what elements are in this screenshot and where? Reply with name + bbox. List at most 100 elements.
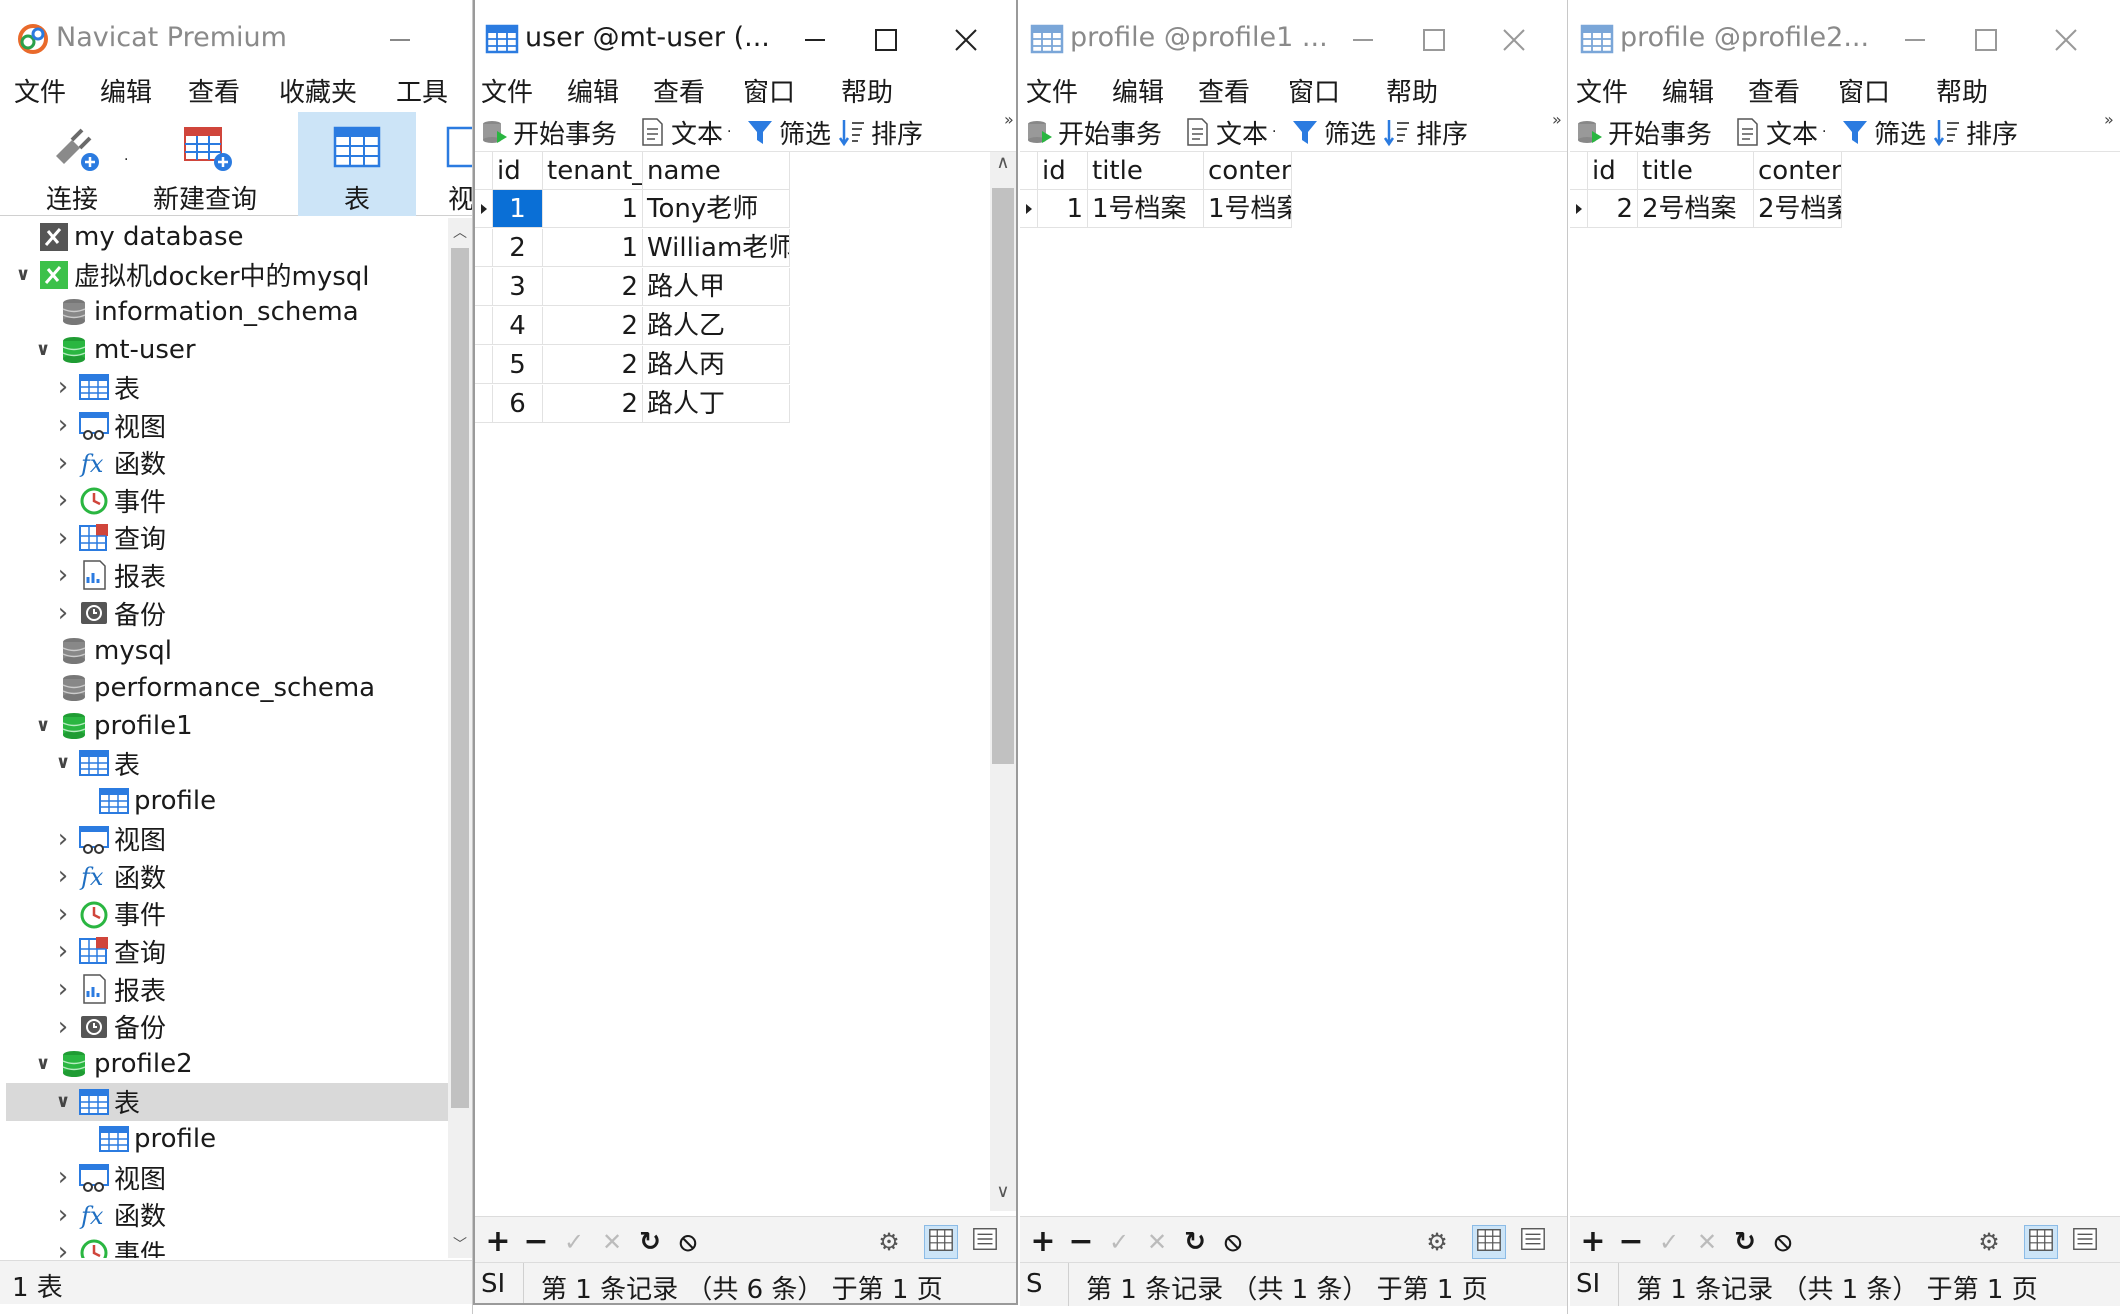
maximize-button[interactable] — [860, 16, 910, 64]
menu-file[interactable]: 文件 — [481, 72, 533, 109]
menu-view[interactable]: 查看 — [1748, 72, 1800, 109]
cell-name[interactable]: 路人甲 — [643, 268, 790, 306]
tree-item-view[interactable]: › 视图 — [6, 820, 448, 858]
minimize-button[interactable] — [1890, 16, 1940, 64]
tree-item-connection-green[interactable]: ∨ 虚拟机docker中的mysql — [6, 256, 448, 294]
chevron-right-icon[interactable]: › — [52, 374, 74, 400]
menu-file[interactable]: 文件 — [14, 72, 66, 109]
cell-tenant_id[interactable]: 2 — [543, 307, 643, 345]
chevron-right-icon[interactable]: › — [52, 450, 74, 476]
row-selector[interactable] — [475, 229, 493, 267]
menu-view[interactable]: 查看 — [188, 72, 240, 109]
toolbar-overflow-icon[interactable]: » — [1552, 110, 1562, 129]
table-row[interactable]: 5 2 路人丙 — [475, 346, 790, 384]
scroll-down-icon[interactable]: ﹀ — [448, 1234, 472, 1254]
minimize-button[interactable] — [1338, 16, 1388, 64]
cell-content[interactable]: 2号档案 — [1754, 190, 1842, 228]
delete-record-icon[interactable]: − — [1614, 1225, 1648, 1259]
apply-changes-icon[interactable]: ✓ — [1652, 1225, 1686, 1259]
cell-title[interactable]: 2号档案 — [1638, 190, 1754, 228]
tree-item-table[interactable]: › 表 — [6, 368, 448, 406]
row-selector[interactable] — [475, 307, 493, 345]
tree-item-table[interactable]: ∨ 表 — [6, 1082, 448, 1121]
tree-item-function[interactable]: › fx 函数 — [6, 857, 448, 895]
cell-id[interactable]: 3 — [493, 268, 543, 306]
menu-favorites[interactable]: 收藏夹 — [279, 72, 357, 109]
apply-changes-icon[interactable]: ✓ — [557, 1225, 591, 1259]
chevron-right-icon[interactable]: › — [52, 1164, 74, 1190]
settings-gear-icon[interactable]: ⚙ — [1420, 1225, 1454, 1259]
form-view-icon[interactable] — [1516, 1225, 1550, 1259]
tree-scrollbar[interactable]: ︿ ﹀ — [448, 218, 472, 1258]
menu-help[interactable]: 帮助 — [1386, 72, 1438, 109]
menu-tools[interactable]: 工具 — [396, 72, 448, 109]
sort-button[interactable]: 排序 — [1932, 115, 2018, 150]
text-button[interactable]: 文本 · — [1182, 115, 1276, 150]
menu-window[interactable]: 窗口 — [743, 72, 795, 109]
chevron-right-icon[interactable]: › — [52, 1014, 74, 1040]
minimize-button[interactable] — [375, 16, 425, 64]
maximize-button[interactable] — [1408, 16, 1458, 64]
tree-item-connection-gray[interactable]: my database — [6, 218, 448, 256]
menu-edit[interactable]: 编辑 — [1662, 72, 1714, 109]
cell-tenant_id[interactable]: 1 — [543, 190, 643, 228]
close-button[interactable] — [940, 16, 990, 64]
begin-transaction-button[interactable]: 开始事务 — [479, 115, 617, 150]
table-row[interactable]: 11号档案1号档案 — [1020, 190, 1292, 228]
add-record-icon[interactable]: + — [1576, 1225, 1610, 1259]
tree-item-view[interactable]: › 视图 — [6, 406, 448, 444]
cell-title[interactable]: 1号档案 — [1088, 190, 1204, 228]
cell-name[interactable]: William老师 — [643, 229, 790, 267]
discard-changes-icon[interactable]: ✕ — [595, 1225, 629, 1259]
chevron-right-icon[interactable]: › — [52, 863, 74, 889]
chevron-right-icon[interactable]: › — [52, 938, 74, 964]
row-selector[interactable] — [475, 385, 493, 423]
column-header-title[interactable]: title — [1088, 152, 1204, 190]
chevron-right-icon[interactable]: › — [52, 976, 74, 1002]
refresh-icon[interactable]: ↻ — [633, 1225, 667, 1259]
tree-item-db-green[interactable]: ∨ mt-user — [6, 331, 448, 369]
table-row[interactable]: 22号档案2号档案 — [1570, 190, 1842, 228]
column-header-content[interactable]: content — [1754, 152, 1842, 190]
tree-item-db-gray[interactable]: information_schema — [6, 293, 448, 331]
delete-record-icon[interactable]: − — [519, 1225, 553, 1259]
minimize-button[interactable] — [790, 16, 840, 64]
chevron-right-icon[interactable]: › — [52, 1239, 74, 1258]
column-header-id[interactable]: id — [493, 152, 543, 190]
chevron-right-icon[interactable]: › — [52, 901, 74, 927]
tree-item-table[interactable]: profile — [6, 782, 448, 820]
chevron-right-icon[interactable]: › — [52, 562, 74, 588]
tree-item-table[interactable]: ∨ 表 — [6, 744, 448, 782]
tree-item-view[interactable]: › 视图 — [6, 1158, 448, 1196]
menu-edit[interactable]: 编辑 — [1112, 72, 1164, 109]
chevron-right-icon[interactable]: › — [52, 600, 74, 626]
maximize-button[interactable] — [1960, 16, 2010, 64]
menu-edit[interactable]: 编辑 — [100, 72, 152, 109]
discard-changes-icon[interactable]: ✕ — [1690, 1225, 1724, 1259]
toolbar-overflow-icon[interactable]: » — [2104, 110, 2114, 129]
table-row[interactable]: 2 1 William老师 — [475, 229, 790, 267]
tree-item-query[interactable]: › 查询 — [6, 932, 448, 970]
cell-id[interactable]: 5 — [493, 346, 543, 384]
view-button[interactable]: 视 — [440, 112, 472, 216]
table-row[interactable]: 4 2 路人乙 — [475, 307, 790, 345]
cell-id[interactable]: 2 — [1588, 190, 1638, 228]
cell-tenant_id[interactable]: 1 — [543, 229, 643, 267]
cell-tenant_id[interactable]: 2 — [543, 268, 643, 306]
menu-window[interactable]: 窗口 — [1288, 72, 1340, 109]
cell-id[interactable]: 6 — [493, 385, 543, 423]
begin-transaction-button[interactable]: 开始事务 — [1024, 115, 1162, 150]
row-selector[interactable] — [475, 190, 493, 228]
menu-file[interactable]: 文件 — [1576, 72, 1628, 109]
cell-name[interactable]: 路人乙 — [643, 307, 790, 345]
refresh-icon[interactable]: ↻ — [1728, 1225, 1762, 1259]
menu-edit[interactable]: 编辑 — [567, 72, 619, 109]
grid-view-icon[interactable] — [2024, 1225, 2058, 1259]
stop-icon[interactable]: ⦸ — [671, 1225, 705, 1259]
apply-changes-icon[interactable]: ✓ — [1102, 1225, 1136, 1259]
close-button[interactable] — [1488, 16, 1538, 64]
scroll-down-icon[interactable]: ∨ — [990, 1181, 1016, 1211]
form-view-icon[interactable] — [968, 1225, 1002, 1259]
chevron-right-icon[interactable]: › — [52, 412, 74, 438]
row-selector[interactable] — [1020, 190, 1038, 228]
